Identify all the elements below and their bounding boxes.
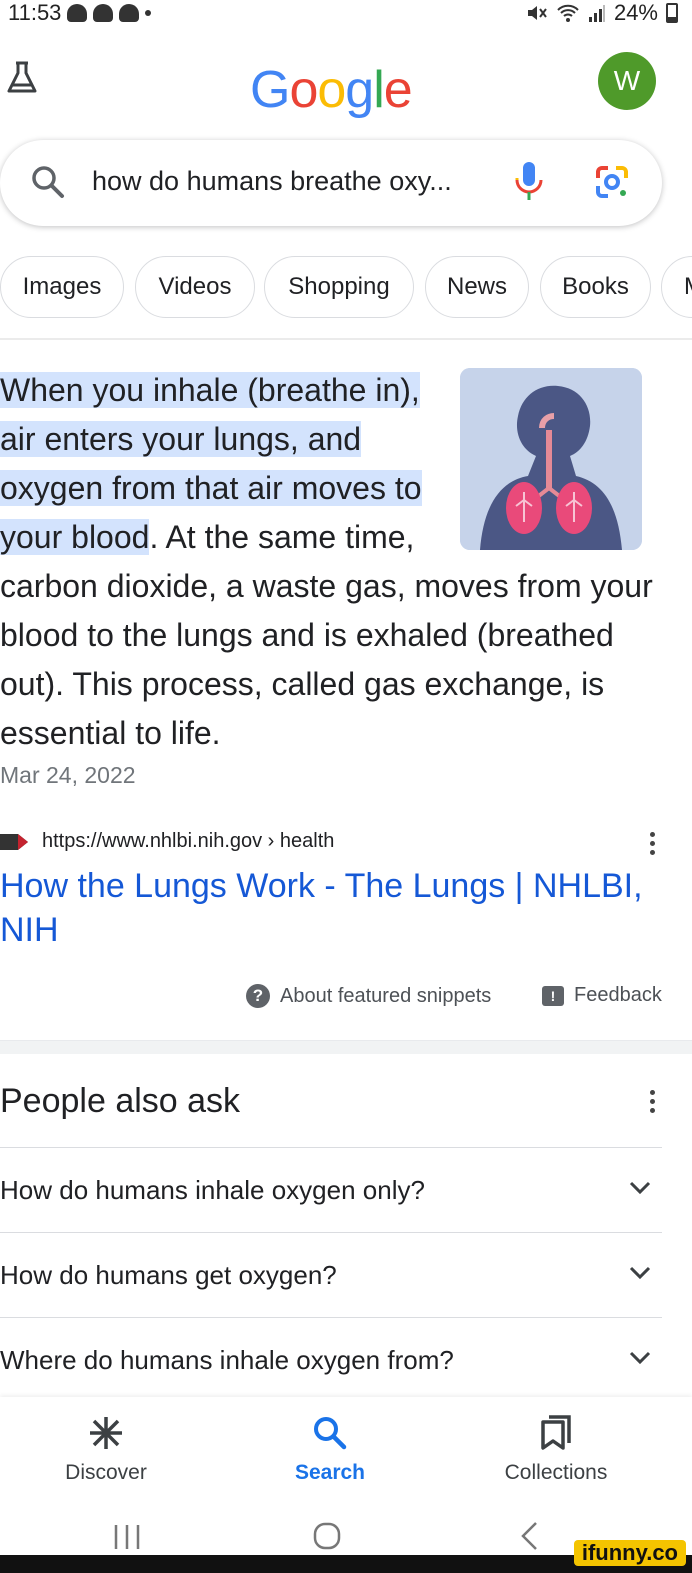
account-avatar[interactable]: W bbox=[598, 52, 656, 110]
nav-search[interactable]: Search bbox=[260, 1413, 400, 1485]
snippet-footer: ? About featured snippets ! Feedback bbox=[0, 984, 692, 1014]
nav-discover-label: Discover bbox=[65, 1461, 147, 1484]
nav-collections-label: Collections bbox=[504, 1461, 608, 1484]
nhlbi-favicon-icon bbox=[0, 834, 28, 850]
respiratory-system-image[interactable] bbox=[460, 368, 642, 550]
feedback-icon: ! bbox=[542, 985, 564, 1006]
about-snippets-label: About featured snippets bbox=[280, 984, 492, 1007]
chip-images[interactable]: Images bbox=[0, 256, 124, 318]
nav-search-label: Search bbox=[294, 1461, 366, 1484]
paa-question[interactable]: How do humans inhale oxygen only? bbox=[0, 1147, 662, 1232]
result-title-link[interactable]: How the Lungs Work - The Lungs | NHLBI, … bbox=[0, 864, 680, 952]
google-lens-icon[interactable] bbox=[592, 162, 632, 202]
chip-news[interactable]: News bbox=[425, 256, 529, 318]
section-separator bbox=[0, 1040, 692, 1054]
battery-icon bbox=[666, 3, 678, 23]
chip-shopping[interactable]: Shopping bbox=[264, 256, 414, 318]
more-options-icon[interactable] bbox=[648, 832, 656, 858]
paa-question-text: How do humans get oxygen? bbox=[0, 1259, 337, 1290]
status-bar: 11:53 24% bbox=[0, 0, 692, 26]
header: Google W bbox=[0, 48, 692, 128]
chevron-down-icon bbox=[629, 1266, 651, 1280]
logo-letter: e bbox=[383, 61, 413, 119]
help-icon: ? bbox=[246, 984, 270, 1008]
microphone-icon[interactable] bbox=[512, 160, 546, 204]
logo-letter: o bbox=[289, 61, 318, 119]
snapchat-icon bbox=[119, 4, 140, 22]
snippet-text: When you inhale (breathe in), air enters… bbox=[0, 366, 670, 758]
home-icon[interactable] bbox=[312, 1521, 342, 1551]
about-snippets-link[interactable]: ? About featured snippets bbox=[246, 984, 491, 1008]
bottom-navigation: Discover Search Collections bbox=[0, 1397, 692, 1507]
chip-videos[interactable]: Videos bbox=[135, 256, 255, 318]
wifi-icon bbox=[557, 4, 579, 22]
notification-dot-icon bbox=[145, 10, 152, 16]
search-icon bbox=[32, 166, 64, 198]
back-icon[interactable] bbox=[518, 1521, 540, 1551]
labs-flask-icon[interactable] bbox=[4, 60, 40, 96]
paa-question[interactable]: How do humans get oxygen? bbox=[0, 1232, 662, 1317]
featured-snippet: When you inhale (breathe in), air enters… bbox=[0, 366, 692, 758]
nav-discover[interactable]: Discover bbox=[36, 1413, 176, 1485]
chevron-down-icon bbox=[629, 1181, 651, 1195]
nav-collections[interactable]: Collections bbox=[486, 1413, 626, 1485]
chip-books[interactable]: Books bbox=[540, 256, 651, 318]
logo-letter: o bbox=[317, 61, 346, 119]
logo-letter: l bbox=[373, 61, 385, 119]
mute-icon bbox=[527, 6, 547, 20]
divider bbox=[0, 338, 692, 340]
people-also-ask-title: People also ask bbox=[0, 1082, 241, 1120]
search-filter-chips: Images Videos Shopping News Books M bbox=[0, 256, 692, 318]
paa-more-options-icon[interactable] bbox=[648, 1090, 656, 1116]
snapchat-icon bbox=[67, 4, 88, 22]
logo-letter: G bbox=[250, 61, 290, 119]
search-box[interactable]: how do humans breathe oxy... bbox=[0, 140, 662, 226]
google-logo[interactable]: Google bbox=[250, 60, 413, 120]
feedback-button[interactable]: ! Feedback bbox=[542, 984, 662, 1007]
signal-icon bbox=[588, 5, 605, 22]
collections-bookmark-icon bbox=[541, 1415, 571, 1450]
result-url[interactable]: https://www.nhlbi.nih.gov › health bbox=[42, 830, 334, 853]
paa-question-text: Where do humans inhale oxygen from? bbox=[0, 1344, 454, 1375]
paa-question-text: How do humans inhale oxygen only? bbox=[0, 1174, 425, 1205]
chevron-down-icon bbox=[629, 1351, 651, 1365]
asterisk-icon bbox=[90, 1417, 122, 1449]
result-source[interactable]: https://www.nhlbi.nih.gov › health bbox=[0, 828, 692, 858]
status-time: 11:53 bbox=[8, 0, 62, 25]
recent-apps-icon[interactable] bbox=[112, 1523, 142, 1551]
snapchat-icon bbox=[93, 4, 114, 22]
snippet-date: Mar 24, 2022 bbox=[0, 762, 136, 788]
battery-percent: 24% bbox=[613, 0, 658, 25]
logo-letter: g bbox=[345, 61, 374, 119]
paa-question[interactable]: Where do humans inhale oxygen from? bbox=[0, 1317, 662, 1402]
search-input[interactable]: how do humans breathe oxy... bbox=[92, 166, 452, 197]
feedback-label: Feedback bbox=[574, 984, 662, 1006]
ifunny-watermark: ifunny.co bbox=[573, 1540, 686, 1566]
search-icon bbox=[314, 1417, 347, 1450]
chip-more[interactable]: M bbox=[661, 256, 692, 318]
